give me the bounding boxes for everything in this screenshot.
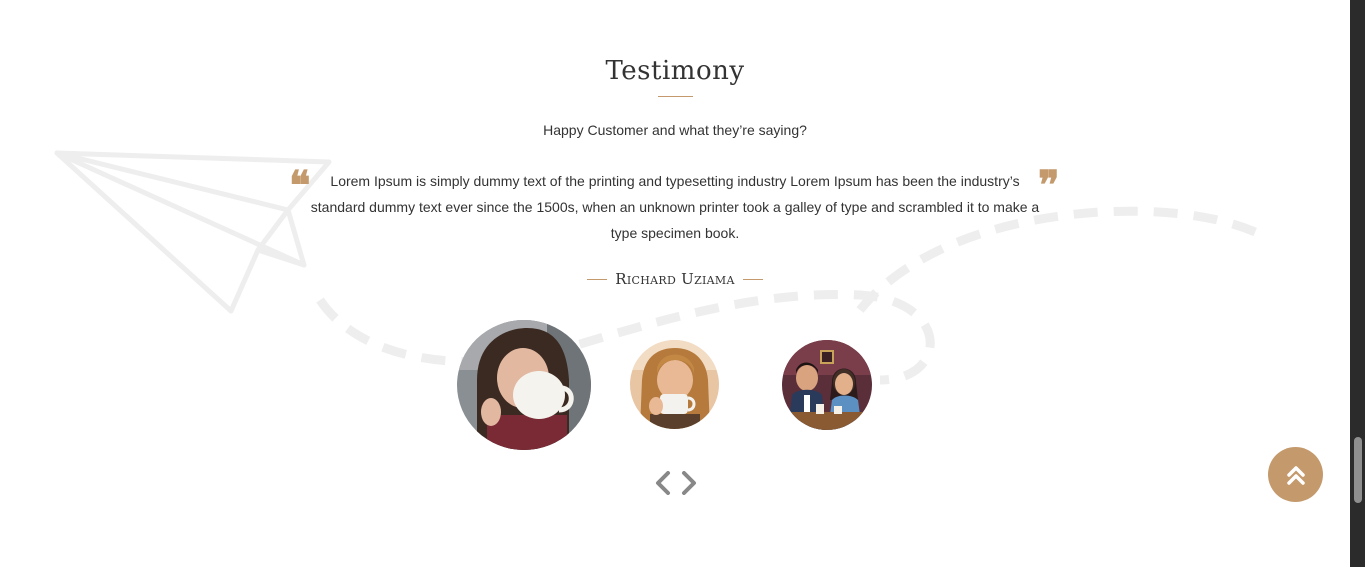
author-name: Richard Uziama — [615, 270, 735, 288]
section-title: Testimony — [605, 56, 745, 86]
author-row: Richard Uziama — [0, 270, 1350, 288]
close-quote-icon: ❞ — [1038, 162, 1060, 209]
section-subtitle: Happy Customer and what they’re saying? — [543, 122, 807, 138]
testimonial-avatar-2[interactable] — [630, 340, 719, 429]
testimonial-avatar-1[interactable] — [457, 320, 591, 450]
scrollbar-thumb[interactable] — [1354, 437, 1362, 503]
open-quote-icon: ❝ — [289, 162, 311, 209]
author-line-left — [587, 278, 608, 280]
carousel-navigation — [652, 470, 700, 496]
back-to-top-button[interactable] — [1268, 447, 1323, 502]
woman-drinking-coffee-photo-icon — [457, 320, 591, 450]
carousel-prev-button[interactable] — [652, 470, 674, 496]
couple-in-cafe-photo-icon — [782, 340, 872, 430]
double-chevron-up-icon — [1286, 465, 1305, 485]
testimonial-quote: Lorem Ipsum is simply dummy text of the … — [310, 173, 1040, 241]
chevron-left-icon — [656, 471, 670, 495]
page: Testimony Happy Customer and what they’r… — [0, 0, 1365, 567]
testimonial-avatar-3[interactable] — [782, 340, 872, 430]
title-underline — [658, 96, 693, 97]
carousel-next-button[interactable] — [678, 470, 700, 496]
author-line-right — [742, 278, 763, 280]
woman-sipping-cup-photo-icon — [630, 340, 719, 429]
scrollbar-track[interactable] — [1350, 0, 1365, 567]
chevron-right-icon — [682, 471, 696, 495]
